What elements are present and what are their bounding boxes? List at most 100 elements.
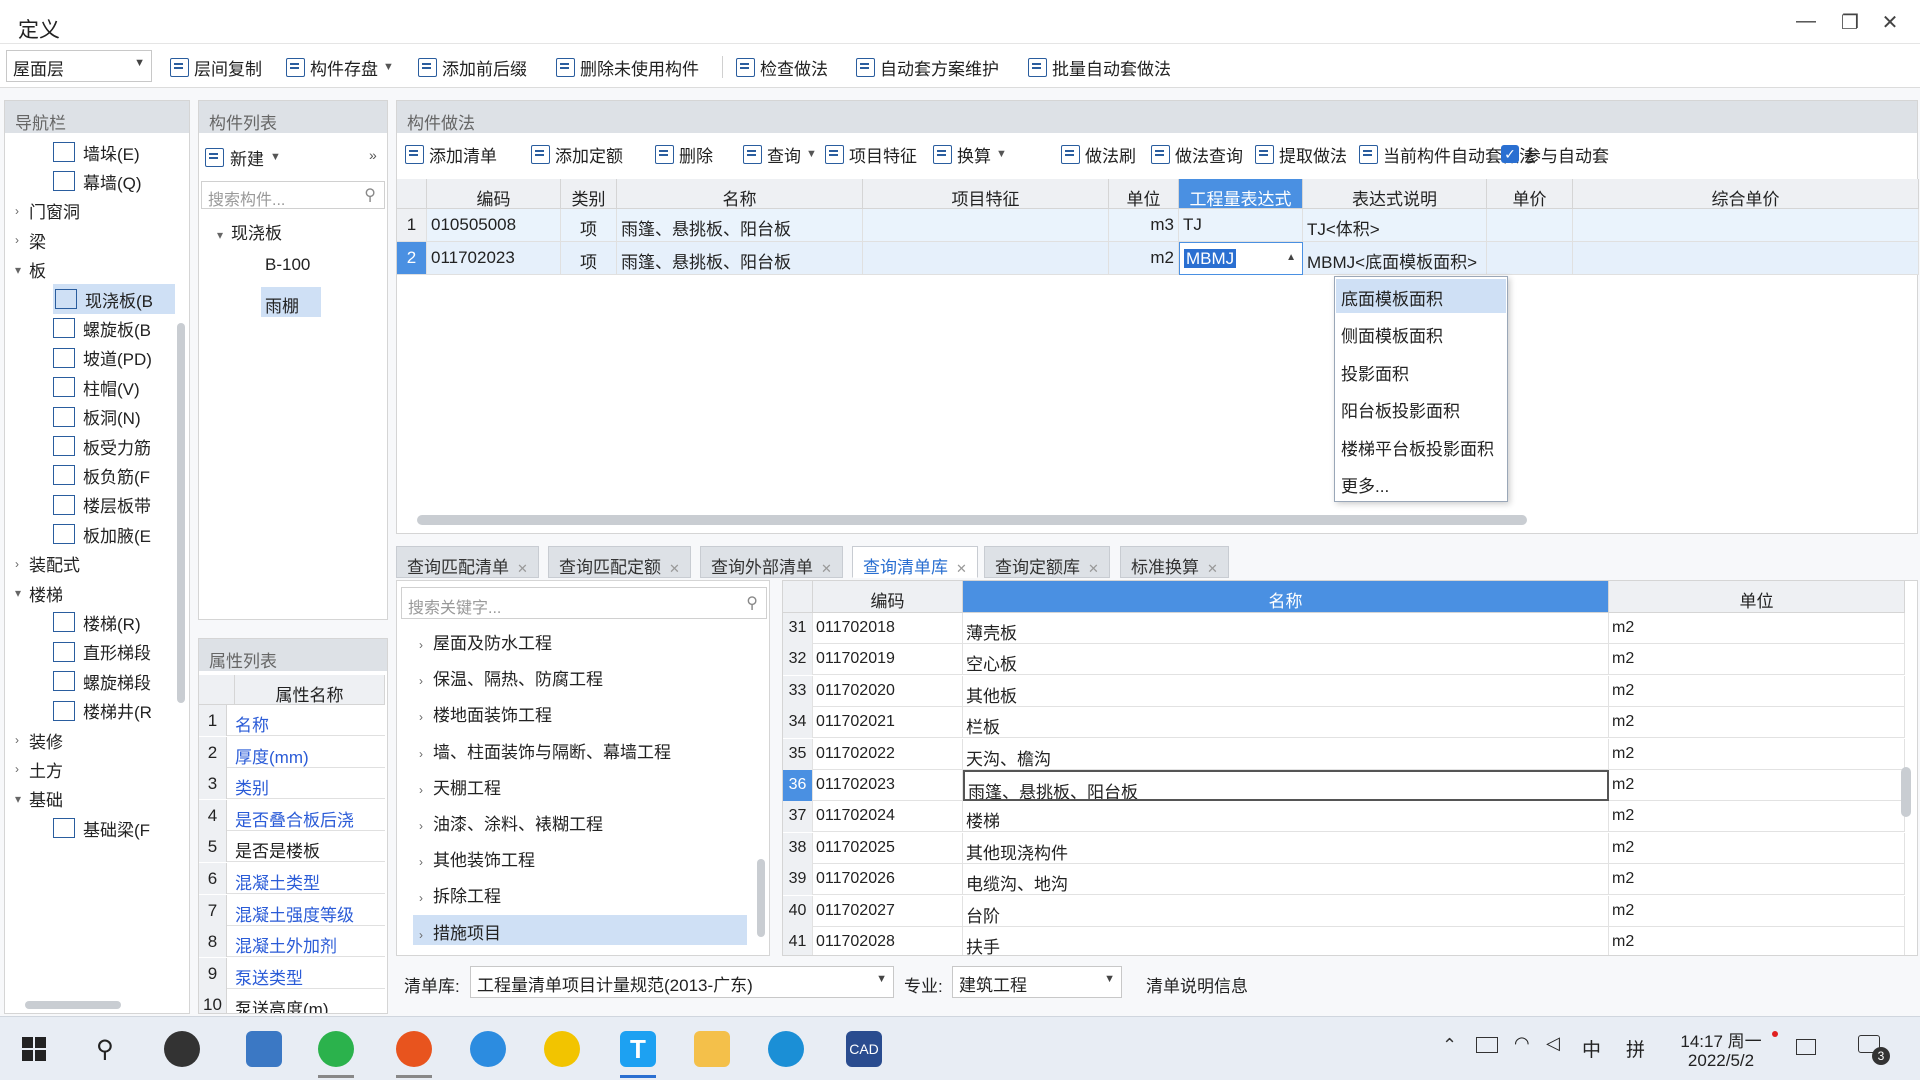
desktop-icon[interactable] xyxy=(1796,1039,1816,1055)
method-cell-code[interactable]: 011702023 xyxy=(427,242,561,275)
property-row[interactable]: 1 名称 xyxy=(199,705,385,736)
property-row[interactable]: 10 泵送高度(m) xyxy=(199,989,385,1013)
bottom-tab[interactable]: 查询定额库 ✕ xyxy=(984,546,1110,578)
convert-button[interactable]: 换算 ▼ xyxy=(933,141,1007,167)
method-cell-feature[interactable] xyxy=(863,209,1109,242)
nav-item[interactable]: ▾ 板 xyxy=(15,255,181,285)
method-column-header[interactable]: 表达式说明 xyxy=(1303,179,1487,209)
list-library-tree-item[interactable]: › 油漆、涂料、裱糊工程 xyxy=(413,806,609,836)
component-item-canopy[interactable]: 雨棚 xyxy=(261,287,321,317)
nav-item[interactable]: 楼梯(R) xyxy=(53,607,175,637)
method-cell-expr[interactable]: TJ xyxy=(1179,209,1303,242)
nav-item[interactable]: › 装修 xyxy=(15,725,181,755)
ime-pinyin-indicator[interactable]: 拼 xyxy=(1626,1035,1645,1062)
method-cell-cat[interactable]: 项 xyxy=(561,242,617,275)
method-column-header[interactable]: 名称 xyxy=(617,179,863,209)
tree-scrollbar[interactable] xyxy=(757,859,765,937)
bottom-tab[interactable]: 查询外部清单 ✕ xyxy=(700,546,843,578)
chevron-up-icon[interactable]: ⌃ xyxy=(1442,1035,1457,1056)
nav-item[interactable]: 楼层板带 xyxy=(53,490,175,520)
nav-item[interactable]: 板受力筋 xyxy=(53,431,175,461)
method-cell-name[interactable]: 雨篷、悬挑板、阳台板 xyxy=(617,209,863,242)
method-hscrollbar[interactable] xyxy=(417,515,1527,525)
method-cell-unit[interactable]: m2 xyxy=(1109,242,1179,275)
nav-item[interactable]: 坡道(PD) xyxy=(53,343,175,373)
bottom-tab[interactable]: 查询匹配清单 ✕ xyxy=(396,546,539,578)
dropdown-option[interactable]: 楼梯平台板投影面积 xyxy=(1336,429,1506,463)
list-library-tree-item[interactable]: › 措施项目 xyxy=(413,914,747,945)
table-row[interactable]: 39 011702026 电缆沟、地沟 m2 xyxy=(783,864,1905,896)
table-row[interactable]: 38 011702025 其他现浇构件 m2 xyxy=(783,832,1905,864)
list-library-tree-item[interactable]: › 保温、隔热、防腐工程 xyxy=(413,661,609,691)
property-row[interactable]: 6 混凝土类型 xyxy=(199,863,385,894)
nav-item[interactable]: 直形梯段 xyxy=(53,637,175,667)
nav-item[interactable]: 板洞(N) xyxy=(53,402,175,432)
method-column-header[interactable]: 综合单价 xyxy=(1573,179,1919,209)
minimize-icon[interactable]: — xyxy=(1786,10,1826,33)
method-brush-button[interactable]: 做法刷 xyxy=(1061,141,1136,167)
table-row[interactable]: 34 011702021 栏板 m2 xyxy=(783,707,1905,739)
delete-button[interactable]: 删除 xyxy=(655,141,713,167)
bottom-tab[interactable]: 查询匹配定额 ✕ xyxy=(548,546,691,578)
table-row[interactable]: 41 011702028 扶手 m2 xyxy=(783,927,1905,955)
keyword-search-input[interactable]: 搜索关键字... ⚲ xyxy=(401,587,767,619)
nav-item[interactable]: 螺旋梯段 xyxy=(53,666,175,696)
list-scrollbar[interactable] xyxy=(1901,767,1911,817)
file-explorer-icon[interactable] xyxy=(694,1031,730,1067)
add-quota-button[interactable]: 添加定额 xyxy=(531,141,623,167)
text-app-icon[interactable]: T xyxy=(620,1031,656,1067)
extract-method-button[interactable]: 提取做法 xyxy=(1255,141,1347,167)
list-library-tree-item[interactable]: › 拆除工程 xyxy=(413,878,507,908)
volume-icon[interactable]: ◁ xyxy=(1546,1033,1560,1054)
method-cell-desc[interactable]: MBMJ<底面模板面积> xyxy=(1303,242,1487,275)
list-library-tree-item[interactable]: › 其他装饰工程 xyxy=(413,842,541,872)
method-column-header[interactable]: 工程量表达式 xyxy=(1179,179,1303,209)
batch-auto-method-button[interactable]: 批量自动套做法 xyxy=(1028,54,1171,80)
property-row[interactable]: 3 类别 xyxy=(199,768,385,800)
method-cell-code[interactable]: 010505008 xyxy=(427,209,561,242)
close-icon[interactable]: ✕ xyxy=(517,561,528,576)
method-cell-cat[interactable]: 项 xyxy=(561,209,617,242)
wifi-icon[interactable]: ◠ xyxy=(1514,1033,1530,1054)
dropdown-option[interactable]: 底面模板面积 xyxy=(1336,279,1506,313)
nav-item[interactable]: 墙垛(E) xyxy=(53,137,175,167)
list-library-tree-item[interactable]: › 天棚工程 xyxy=(413,770,507,800)
method-column-header[interactable]: 单价 xyxy=(1487,179,1573,209)
new-component-button[interactable]: 新建 ▼ xyxy=(205,143,281,171)
bottom-tab[interactable]: 标准换算 ✕ xyxy=(1120,546,1229,578)
windows-start-icon[interactable] xyxy=(22,1037,46,1061)
battery-icon[interactable] xyxy=(1476,1037,1498,1053)
nav-item[interactable]: 现浇板(B xyxy=(53,284,175,314)
list-library-tree-item[interactable]: › 墙、柱面装饰与隔断、幕墙工程 xyxy=(413,734,677,764)
method-column-header[interactable]: 项目特征 xyxy=(863,179,1109,209)
firefox-icon[interactable] xyxy=(396,1031,432,1067)
nav-item[interactable]: 螺旋板(B xyxy=(53,313,175,343)
component-item-b100[interactable]: B-100 xyxy=(265,255,310,275)
method-cell-empty[interactable] xyxy=(1573,209,1919,242)
auto-plan-maintain-button[interactable]: 自动套方案维护 xyxy=(856,54,999,80)
restore-icon[interactable]: ❐ xyxy=(1830,10,1870,35)
method-column-header[interactable]: 编码 xyxy=(427,179,561,209)
major-select[interactable]: 建筑工程 ▼ xyxy=(952,966,1122,998)
close-icon[interactable]: ✕ xyxy=(1207,561,1218,576)
search-icon[interactable]: ⚲ xyxy=(96,1035,114,1064)
method-column-header[interactable]: 单位 xyxy=(1109,179,1179,209)
app-pinwheel-icon[interactable] xyxy=(164,1031,200,1067)
add-list-button[interactable]: 添加清单 xyxy=(405,141,497,167)
method-cell-empty[interactable] xyxy=(1573,242,1919,275)
library-column-header[interactable]: 编码 xyxy=(813,581,963,613)
edge-icon[interactable] xyxy=(768,1031,804,1067)
close-icon[interactable]: ✕ xyxy=(821,561,832,576)
method-cell-desc[interactable]: TJ<体积> xyxy=(1303,209,1487,242)
property-row[interactable]: 5 是否是楼板 xyxy=(199,831,385,863)
nav-item[interactable]: 柱帽(V) xyxy=(53,372,175,402)
dropdown-option[interactable]: 投影面积 xyxy=(1336,354,1506,388)
list-description-info[interactable]: 清单说明信息 xyxy=(1146,972,1248,997)
close-icon[interactable]: ✕ xyxy=(956,561,967,576)
property-row[interactable]: 2 厚度(mm) xyxy=(199,736,385,768)
app-leaf-icon[interactable] xyxy=(544,1031,580,1067)
clock-time[interactable]: 14:17 周一 xyxy=(1676,1027,1766,1052)
table-row[interactable]: 31 011702018 薄壳板 m2 xyxy=(783,613,1905,644)
table-row[interactable]: 36 011702023 雨篷、悬挑板、阳台板 m2 xyxy=(783,770,1905,801)
nav-item[interactable]: 板负筋(F xyxy=(53,460,175,490)
